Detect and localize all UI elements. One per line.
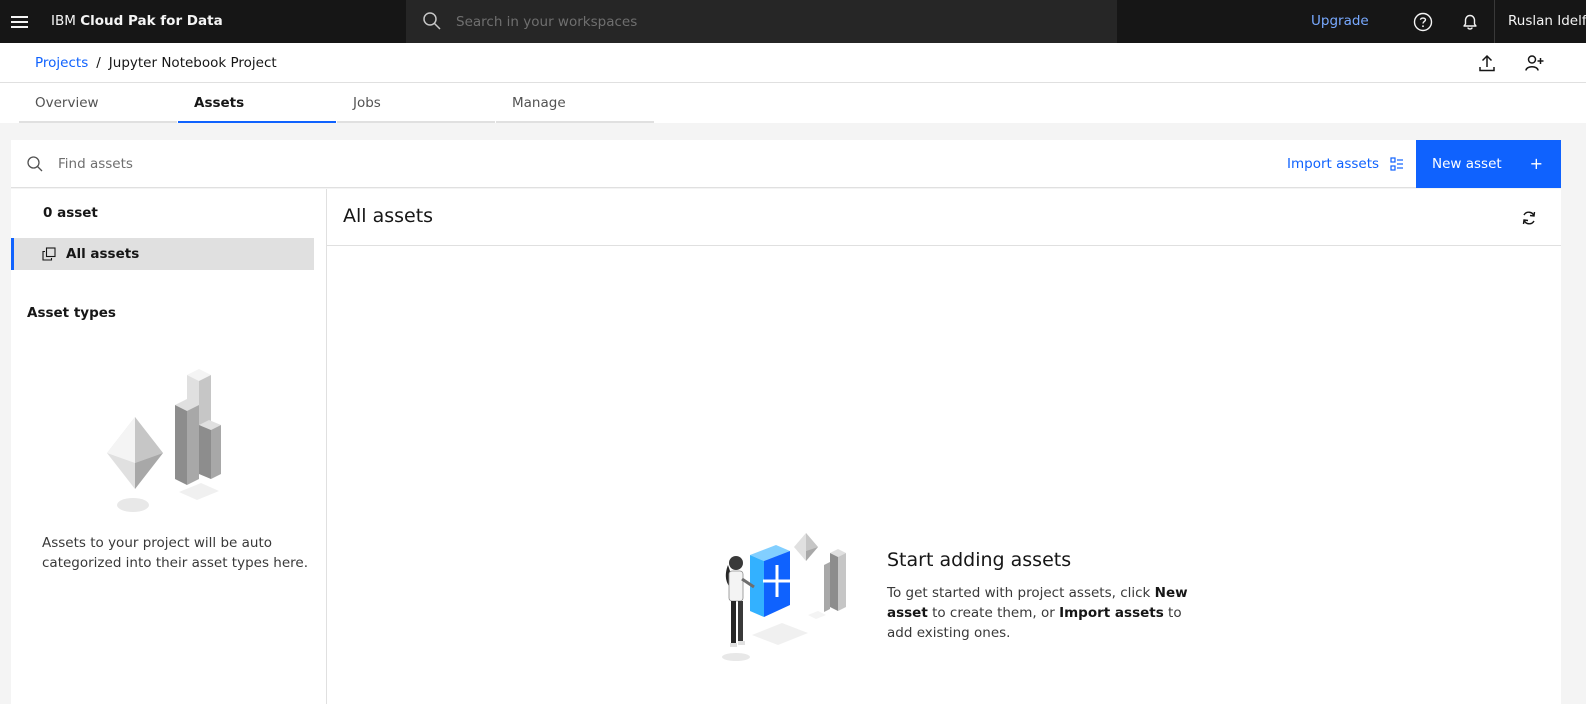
asset-types-heading: Asset types <box>27 305 116 321</box>
search-icon <box>423 12 441 30</box>
start-adding-assets-illustration <box>722 533 846 661</box>
asset-count: 0 asset <box>43 205 98 221</box>
tab-manage[interactable]: Manage <box>496 83 654 123</box>
empty-state-title: Start adding assets <box>887 549 1072 571</box>
sidebar-item-label: All assets <box>66 246 140 262</box>
breadcrumb-separator: / <box>96 55 101 71</box>
all-assets-panel: All assets Start adding assets To get st… <box>327 189 1561 704</box>
import-assets-label: Import assets <box>1287 156 1380 172</box>
sidebar-item-all-assets[interactable]: All assets <box>11 238 314 270</box>
page-title: All assets <box>343 205 434 227</box>
assets-toolbar: Import assets New asset + <box>11 140 1561 188</box>
empty-desc-part: To get started with project assets, clic… <box>887 585 1155 601</box>
project-tabs: Overview Assets Jobs Manage <box>0 83 1586 123</box>
plus-icon: + <box>1529 154 1543 173</box>
panel-header: All assets <box>327 189 1561 246</box>
breadcrumb-bar: Projects / Jupyter Notebook Project <box>0 43 1586 83</box>
global-search-input[interactable] <box>456 0 1096 43</box>
empty-desc-import-assets: Import assets <box>1059 605 1164 621</box>
header-divider <box>1494 0 1495 43</box>
hamburger-menu-icon[interactable] <box>0 0 38 43</box>
empty-asset-types-illustration <box>107 369 221 512</box>
brand-name: Cloud Pak for Data <box>80 13 223 29</box>
breadcrumb-current: Jupyter Notebook Project <box>108 55 277 71</box>
product-name[interactable]: IBM Cloud Pak for Data <box>51 0 223 43</box>
import-assets-button[interactable]: Import assets <box>1275 140 1417 188</box>
add-collaborator-icon[interactable] <box>1523 52 1545 74</box>
empty-desc-part: to create them, or <box>927 605 1060 621</box>
find-assets-input[interactable] <box>58 140 658 188</box>
notification-icon[interactable] <box>1455 0 1485 43</box>
global-search-bar <box>406 0 1117 43</box>
tab-assets[interactable]: Assets <box>178 83 336 123</box>
breadcrumb-projects-link[interactable]: Projects <box>35 55 88 71</box>
upload-icon[interactable] <box>1476 52 1498 74</box>
user-menu[interactable]: Ruslan Idelfonso <box>1508 0 1586 43</box>
asset-types-note: Assets to your project will be auto cate… <box>42 535 308 571</box>
new-asset-label: New asset <box>1432 156 1502 172</box>
breadcrumb: Projects / Jupyter Notebook Project <box>35 43 277 83</box>
asset-sidebar: 0 asset All assets Asset types Assets to… <box>11 189 327 704</box>
import-icon <box>1390 157 1404 171</box>
search-icon <box>27 156 43 172</box>
refresh-icon[interactable] <box>1519 208 1539 228</box>
top-header: IBM Cloud Pak for Data Upgrade Ruslan Id… <box>0 0 1586 43</box>
upgrade-link[interactable]: Upgrade <box>1311 0 1369 43</box>
brand-prefix: IBM <box>51 13 81 29</box>
copy-icon <box>42 247 56 261</box>
help-icon[interactable] <box>1408 0 1438 43</box>
empty-state-description: To get started with project assets, clic… <box>887 583 1197 643</box>
new-asset-button[interactable]: New asset + <box>1416 140 1561 188</box>
tab-jobs[interactable]: Jobs <box>337 83 495 123</box>
tab-overview[interactable]: Overview <box>19 83 177 123</box>
